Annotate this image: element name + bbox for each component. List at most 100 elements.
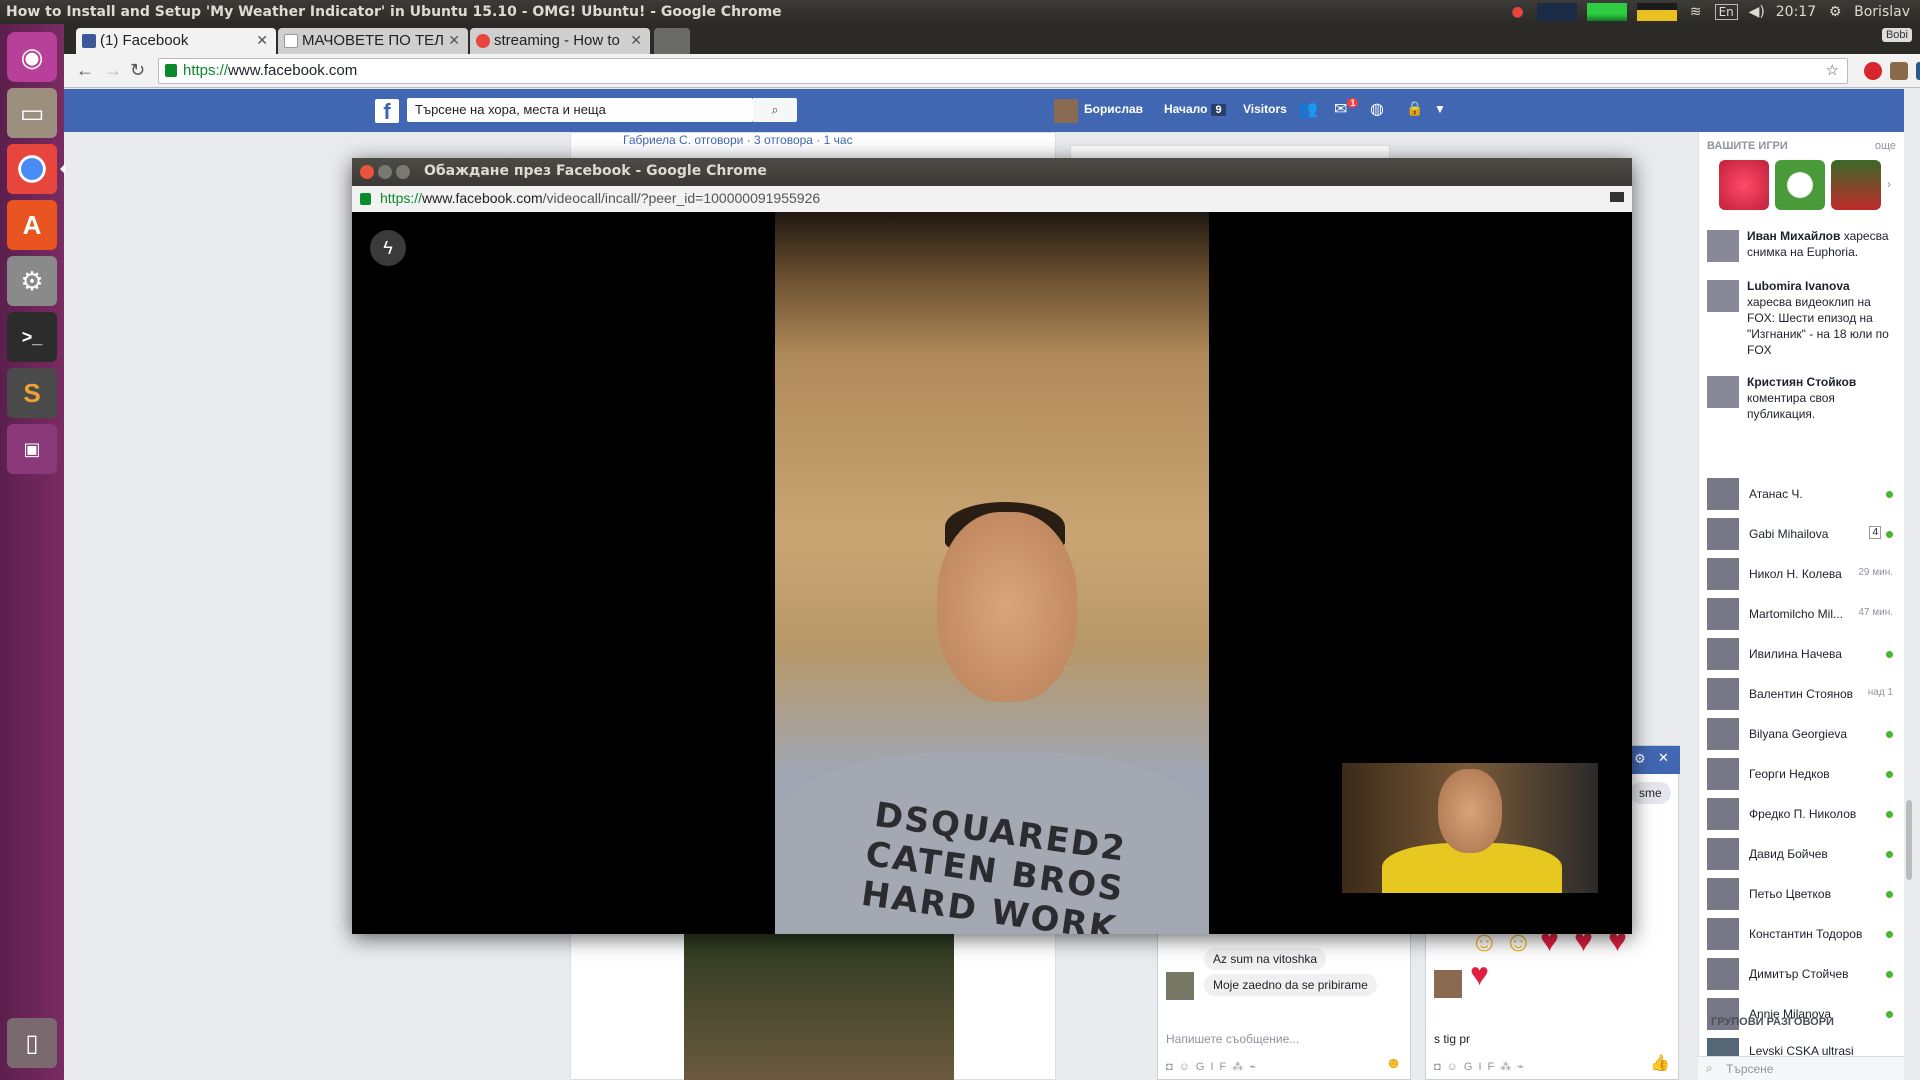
chrome-tray-icon[interactable]: ●: [1509, 4, 1527, 20]
chat-contact[interactable]: Никол Н. Колева 29 мин.: [1707, 554, 1897, 590]
football-game-icon[interactable]: [1775, 160, 1825, 210]
files-icon[interactable]: ▭: [7, 88, 57, 138]
chat-contact[interactable]: Gabi Mihailova 4: [1707, 514, 1897, 550]
software-center-icon[interactable]: A: [7, 200, 57, 250]
system-settings-icon[interactable]: ⚙: [7, 256, 57, 306]
self-view-video-feed[interactable]: [1342, 763, 1598, 893]
ubuntu-dash-icon[interactable]: ◉: [7, 32, 57, 82]
sticker-icon[interactable]: ☺: [1447, 1061, 1464, 1073]
window-maximize-icon[interactable]: [396, 165, 410, 179]
sublime-text-icon[interactable]: S: [7, 368, 57, 418]
sticker-icon[interactable]: ☺: [1179, 1061, 1196, 1073]
ticker-item[interactable]: Иван Михайлов харесва снимка на Euphoria…: [1707, 228, 1897, 262]
terminal-icon[interactable]: >_: [7, 312, 57, 362]
keyboard-language-indicator[interactable]: En: [1714, 4, 1738, 20]
contact-name: Фредко П. Николов: [1749, 807, 1857, 821]
network-monitor-graph-icon[interactable]: [1586, 3, 1627, 21]
bookmark-star-icon[interactable]: ☆: [1826, 61, 1839, 79]
account-menu-chevron-down-icon[interactable]: ▼: [1434, 102, 1446, 116]
popup-titlebar[interactable]: Обаждане през Facebook - Google Chrome: [352, 158, 1632, 186]
avatar[interactable]: [1054, 99, 1078, 123]
tab-streaming[interactable]: streaming - How to ✕: [470, 28, 650, 54]
chat-search-input[interactable]: ⌕ Търсене: [1698, 1056, 1904, 1080]
ticker-item[interactable]: Кристиян Стойков коментира своя публикац…: [1707, 374, 1897, 422]
chat-settings-gear-icon[interactable]: ⚙: [1634, 751, 1646, 767]
chat-message: Moje zaedno da se pribirame: [1204, 974, 1377, 996]
new-tab-button[interactable]: [654, 28, 690, 54]
camera-in-use-icon[interactable]: [1610, 192, 1624, 202]
chat-contact[interactable]: Давид Бойчев: [1707, 834, 1897, 870]
privacy-shortcuts-icon[interactable]: 🔒: [1406, 100, 1423, 117]
workspace-switcher-icon[interactable]: ▣: [7, 424, 57, 474]
games-more-link[interactable]: още: [1875, 140, 1896, 152]
page-scrollbar[interactable]: [1906, 800, 1912, 880]
facebook-logo-icon[interactable]: f: [375, 99, 399, 124]
visitors-link[interactable]: Visitors: [1243, 102, 1287, 116]
gear-icon[interactable]: ⚙: [1826, 4, 1844, 20]
clock[interactable]: 20:17: [1776, 4, 1816, 20]
profile-link[interactable]: Борислав: [1084, 102, 1143, 116]
reload-icon[interactable]: ↻: [130, 60, 145, 81]
attach-icon[interactable]: ⌁: [1249, 1061, 1262, 1073]
chat-contact[interactable]: Константин Тодоров: [1707, 914, 1897, 950]
window-minimize-icon[interactable]: [378, 165, 392, 179]
screenshot-extension-icon[interactable]: [1890, 62, 1908, 80]
address-bar[interactable]: https://www.facebook.com ☆: [158, 58, 1848, 84]
close-tab-icon[interactable]: ✕: [256, 32, 268, 49]
emoji-icon[interactable]: ☻: [1385, 1055, 1402, 1073]
search-icon[interactable]: ⌕: [753, 98, 797, 122]
chat-contact[interactable]: Димитър Стойчев: [1707, 954, 1897, 990]
comment-reply-link[interactable]: Габриела С. отговори · 3 отговора · 1 ча…: [623, 133, 853, 147]
soccer-players-game-icon[interactable]: [1831, 160, 1881, 210]
trash-icon[interactable]: ▯: [7, 1018, 57, 1068]
forward-arrow-icon[interactable]: →: [104, 60, 122, 81]
chrome-icon[interactable]: [7, 144, 65, 194]
messages-icon[interactable]: ✉ 1: [1334, 98, 1359, 119]
chat-contact[interactable]: Bilyana Georgieva: [1707, 714, 1897, 750]
adblock-extension-icon[interactable]: [1864, 62, 1882, 80]
window-close-icon[interactable]: [360, 165, 374, 179]
cpu-monitor-graph-icon[interactable]: [1636, 3, 1677, 21]
volume-icon[interactable]: ◀): [1748, 4, 1766, 20]
feed-photo[interactable]: [684, 933, 954, 1080]
games-next-chevron-icon[interactable]: ›: [1887, 177, 1891, 191]
camera-icon[interactable]: ◘: [1434, 1061, 1447, 1073]
home-link[interactable]: Начало 9: [1164, 102, 1226, 116]
chat-contact[interactable]: Георги Недков: [1707, 754, 1897, 790]
chat-contact[interactable]: Фредко П. Николов: [1707, 794, 1897, 830]
gif-button[interactable]: GIF: [1196, 1061, 1232, 1073]
close-tab-icon[interactable]: ✕: [448, 32, 460, 49]
session-user-name[interactable]: Borislav: [1854, 4, 1910, 20]
chat-contact[interactable]: Martomilcho Mil... 47 мин.: [1707, 594, 1897, 630]
notifications-globe-icon[interactable]: ◍: [1370, 99, 1384, 119]
avatar: [1707, 918, 1739, 950]
close-icon[interactable]: ✕: [1658, 750, 1669, 766]
chat-message-input[interactable]: s tig pr: [1434, 1032, 1470, 1046]
profile-label[interactable]: Bobi: [1881, 28, 1912, 42]
friend-requests-icon[interactable]: 👥: [1298, 99, 1318, 119]
chat-contact[interactable]: Петьо Цветков: [1707, 874, 1897, 910]
extension-icon[interactable]: [1916, 62, 1920, 80]
games-icon[interactable]: ⁂: [1232, 1061, 1249, 1073]
video-call-area[interactable]: ϟ DSQUARED2 CATEN BROS HARD WORK: [352, 212, 1632, 934]
games-icon[interactable]: ⁂: [1500, 1061, 1517, 1073]
ticker-item[interactable]: Lubomira Ivanova харесва видеоклип на FO…: [1707, 278, 1897, 358]
candy-crush-game-icon[interactable]: [1719, 160, 1769, 210]
facebook-search-input[interactable]: Търсене на хора, места и неща: [407, 98, 753, 122]
attach-icon[interactable]: ⌁: [1517, 1061, 1530, 1073]
chat-contact[interactable]: Атанас Ч.: [1707, 474, 1897, 510]
gif-button[interactable]: GIF: [1464, 1061, 1500, 1073]
back-arrow-icon[interactable]: ←: [76, 60, 94, 81]
chat-contact[interactable]: Валентин Стоянов над 1: [1707, 674, 1897, 710]
thumbs-up-icon[interactable]: 👍: [1650, 1053, 1670, 1073]
wifi-icon[interactable]: ≋: [1687, 4, 1705, 20]
chat-contact[interactable]: Ивилина Начева: [1707, 634, 1897, 670]
system-monitor-graph-icon[interactable]: [1536, 3, 1577, 21]
tab-facebook[interactable]: (1) Facebook ✕: [76, 28, 276, 54]
messenger-icon[interactable]: ϟ: [370, 230, 406, 266]
tab-machove[interactable]: МАЧОВЕТЕ ПО ТЕЛ ✕: [278, 28, 468, 54]
camera-icon[interactable]: ◘: [1166, 1061, 1179, 1073]
popup-address-bar[interactable]: https://www.facebook.com/videocall/incal…: [352, 186, 1632, 212]
close-tab-icon[interactable]: ✕: [630, 32, 642, 49]
chat-message-input[interactable]: Напишете съобщение...: [1166, 1032, 1299, 1046]
